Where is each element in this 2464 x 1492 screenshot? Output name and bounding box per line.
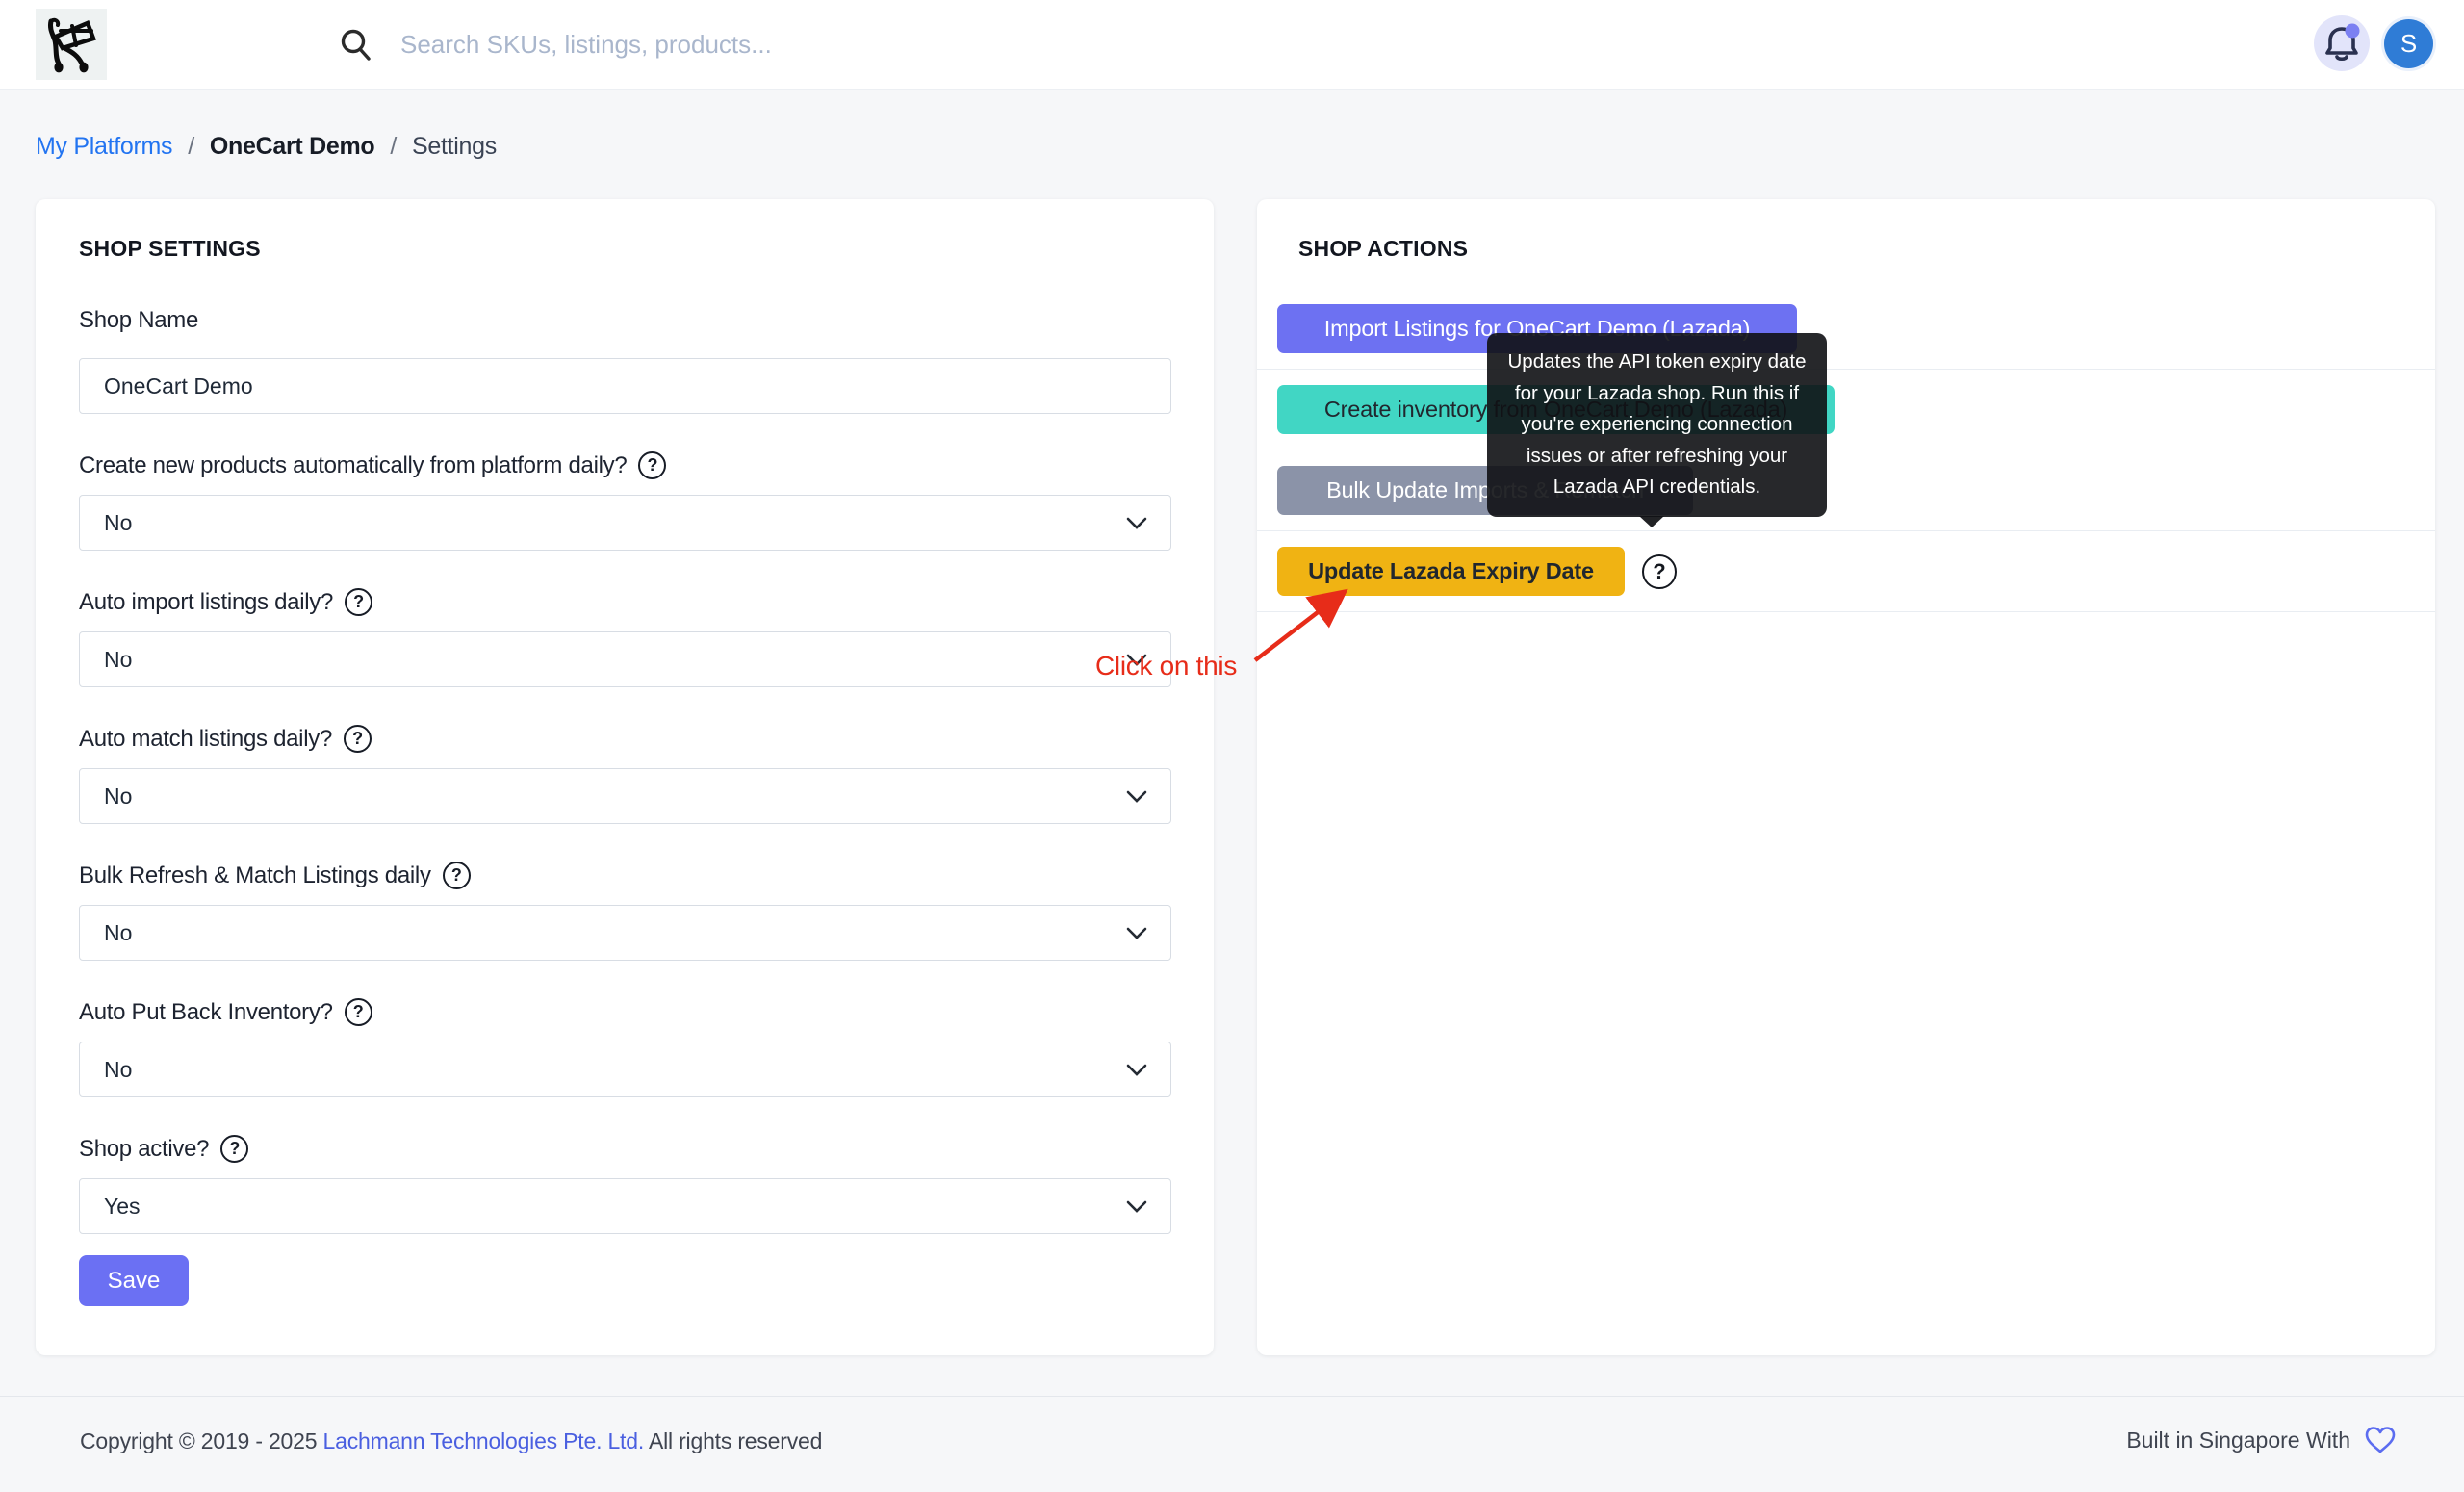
bell-icon xyxy=(2325,23,2360,62)
annotation-click-on-this: Click on this xyxy=(1095,651,1238,681)
field-auto-match-daily: Auto match listings daily? ? No xyxy=(79,725,1171,824)
app-header: S xyxy=(0,0,2464,90)
search-input[interactable] xyxy=(400,30,1074,60)
copyright-suffix: All rights reserved xyxy=(644,1428,823,1453)
app-logo[interactable] xyxy=(36,9,107,80)
breadcrumb-separator: / xyxy=(188,133,194,160)
select-value: No xyxy=(104,919,133,945)
field-label: Auto Put Back Inventory? xyxy=(79,998,333,1025)
breadcrumb-shop-name: OneCart Demo xyxy=(209,133,375,160)
annotation-arrow xyxy=(1253,588,1348,662)
chevron-down-icon xyxy=(1126,927,1147,939)
field-label: Auto import listings daily? xyxy=(79,588,334,615)
auto-import-daily-select[interactable]: No xyxy=(79,631,1171,687)
field-bulk-refresh-match: Bulk Refresh & Match Listings daily ? No xyxy=(79,862,1171,961)
auto-match-daily-select[interactable]: No xyxy=(79,768,1171,824)
bulk-refresh-match-select[interactable]: No xyxy=(79,905,1171,961)
shop-name-label: Shop Name xyxy=(79,307,199,333)
breadcrumb-my-platforms[interactable]: My Platforms xyxy=(36,133,173,161)
help-icon[interactable]: ? xyxy=(344,998,372,1026)
action-row-create-inventory: Create inventory from OneCart Demo (Laza… xyxy=(1257,370,2435,450)
user-avatar[interactable]: S xyxy=(2384,19,2433,68)
shop-name-input[interactable] xyxy=(79,358,1171,414)
help-icon[interactable]: ? xyxy=(344,725,372,753)
copyright-prefix: Copyright © 2019 - 2025 xyxy=(80,1428,323,1453)
shop-actions-card: SHOP ACTIONS Import Listings for OneCart… xyxy=(1257,199,2435,1355)
action-row-bulk-update: Bulk Update Imports & Rematch xyxy=(1257,450,2435,531)
company-link[interactable]: Lachmann Technologies Pte. Ltd. xyxy=(323,1428,645,1453)
cart-logo-icon xyxy=(48,17,96,73)
save-button[interactable]: Save xyxy=(79,1255,189,1306)
field-label: Bulk Refresh & Match Listings daily xyxy=(79,862,431,888)
select-value: No xyxy=(104,646,133,672)
field-create-products-daily: Create new products automatically from p… xyxy=(79,451,1171,551)
field-auto-put-back: Auto Put Back Inventory? ? No xyxy=(79,998,1171,1097)
global-search xyxy=(339,0,1074,90)
breadcrumb-separator: / xyxy=(390,133,397,160)
field-label: Auto match listings daily? xyxy=(79,725,332,752)
help-icon[interactable]: ? xyxy=(1642,553,1677,589)
help-icon[interactable]: ? xyxy=(638,451,667,479)
field-label: Create new products automatically from p… xyxy=(79,451,628,478)
help-icon[interactable]: ? xyxy=(220,1135,249,1163)
shop-actions-title: SHOP ACTIONS xyxy=(1298,236,1469,261)
copyright-text: Copyright © 2019 - 2025 Lachmann Technol… xyxy=(80,1428,822,1454)
chevron-down-icon xyxy=(1126,517,1147,529)
chevron-down-icon xyxy=(1126,1200,1147,1213)
select-value: No xyxy=(104,509,133,535)
select-value: No xyxy=(104,783,133,809)
create-products-daily-select[interactable]: No xyxy=(79,495,1171,551)
select-value: No xyxy=(104,1056,133,1082)
expiry-help-tooltip: Updates the API token expiry date for yo… xyxy=(1487,333,1827,527)
auto-put-back-select[interactable]: No xyxy=(79,1042,1171,1097)
shop-settings-title: SHOP SETTINGS xyxy=(79,236,261,261)
help-icon[interactable]: ? xyxy=(442,862,471,889)
shop-settings-card: SHOP SETTINGS Shop Name Create new produ… xyxy=(36,199,1214,1355)
search-icon xyxy=(339,28,373,63)
action-row-update-expiry: Update Lazada Expiry Date ? xyxy=(1257,531,2435,612)
notifications-button[interactable] xyxy=(2314,15,2370,71)
field-shop-active: Shop active? ? Yes xyxy=(79,1135,1171,1234)
chevron-down-icon xyxy=(1126,790,1147,803)
shop-actions-list: Import Listings for OneCart Demo (Lazada… xyxy=(1257,289,2435,612)
breadcrumb: My Platforms / OneCart Demo / Settings xyxy=(36,133,497,161)
breadcrumb-settings: Settings xyxy=(412,133,497,160)
field-auto-import-daily: Auto import listings daily? ? No xyxy=(79,588,1171,687)
built-in-singapore: Built in Singapore With xyxy=(2126,1426,2397,1454)
help-icon[interactable]: ? xyxy=(345,588,373,616)
field-label: Shop active? xyxy=(79,1135,210,1162)
heart-icon xyxy=(2365,1427,2396,1453)
select-value: Yes xyxy=(104,1193,141,1219)
shop-active-select[interactable]: Yes xyxy=(79,1178,1171,1234)
chevron-down-icon xyxy=(1126,1064,1147,1076)
action-row-import-listings: Import Listings for OneCart Demo (Lazada… xyxy=(1257,289,2435,370)
built-text: Built in Singapore With xyxy=(2126,1427,2350,1453)
footer: Copyright © 2019 - 2025 Lachmann Technol… xyxy=(0,1396,2464,1492)
